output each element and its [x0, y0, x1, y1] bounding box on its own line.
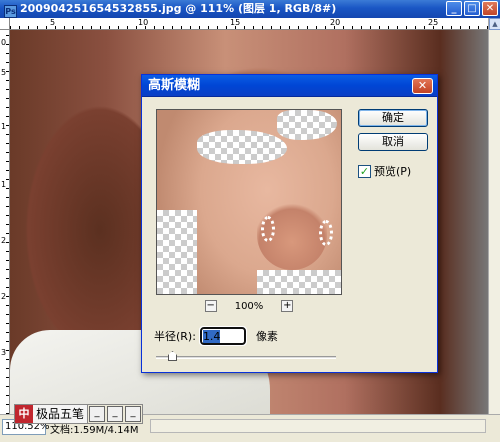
vertical-ruler[interactable]: 0 5 1 1 2 2 3 — [0, 30, 10, 414]
transparent-area-lips — [257, 270, 341, 294]
ruler-number: 10 — [138, 18, 149, 27]
ruler-number: 20 — [330, 18, 341, 27]
radius-slider-track[interactable] — [156, 356, 336, 359]
horizontal-scrollbar[interactable] — [150, 419, 486, 433]
close-window-button[interactable]: ✕ — [482, 1, 498, 16]
blur-preview[interactable] — [156, 109, 342, 295]
radius-slider-thumb[interactable] — [168, 351, 177, 361]
nose-ring-selection — [261, 216, 275, 242]
radius-input[interactable] — [198, 326, 247, 346]
ime-label[interactable]: 极品五笔 — [33, 405, 89, 423]
radius-row: 半径(R): 像素 — [154, 326, 278, 346]
ime-button[interactable]: _ — [107, 406, 124, 422]
gaussian-blur-dialog: 高斯模糊 ✕ − 100% + 确定 取消 ✓ 预览(P) 半径(R): 像素 — [141, 74, 438, 373]
minimize-button[interactable]: _ — [446, 1, 462, 16]
transparent-area-brow — [277, 110, 337, 140]
photoshop-icon: Ps — [4, 5, 17, 18]
zoom-out-button[interactable]: − — [204, 300, 217, 312]
ruler-number: 1 — [1, 122, 7, 131]
ruler-number: 5 — [1, 68, 7, 77]
maximize-button[interactable]: □ — [464, 1, 480, 16]
transparent-area-left — [157, 210, 197, 294]
ruler-number: 0 — [1, 38, 7, 47]
radius-unit: 像素 — [255, 330, 278, 343]
cancel-button[interactable]: 取消 — [358, 133, 428, 151]
ruler-corner — [0, 18, 10, 30]
ok-button[interactable]: 确定 — [358, 109, 428, 127]
dialog-title: 高斯模糊 — [148, 78, 201, 93]
zoom-in-button[interactable]: + — [281, 300, 294, 312]
ruler-number: 1 — [1, 180, 7, 189]
checkmark-icon[interactable]: ✓ — [358, 164, 371, 178]
ruler-number: 5 — [50, 18, 56, 27]
ime-button[interactable]: _ — [125, 406, 142, 422]
ruler-number: 25 — [428, 18, 439, 27]
ime-toolbar[interactable]: 中 极品五笔 _ _ _ — [14, 404, 144, 424]
ruler-number: 2 — [1, 292, 7, 301]
preview-zoom-controls: − 100% + — [156, 299, 342, 313]
preview-checkbox[interactable]: ✓ 预览(P) — [358, 163, 411, 179]
document-titlebar[interactable]: Ps 20090425165453285​5.jpg @ 111% (图层 1, … — [0, 0, 500, 18]
preview-zoom-percent: 100% — [234, 300, 264, 312]
radius-label: 半径(R): — [154, 330, 196, 343]
ime-logo-icon[interactable]: 中 — [15, 405, 33, 423]
transparent-area-eye — [197, 130, 287, 164]
document-title: 20090425165453285​5.jpg @ 111% (图层 1, RG… — [20, 2, 337, 15]
nose-ring-selection — [319, 220, 333, 246]
ruler-number: 3 — [1, 348, 7, 357]
dialog-titlebar[interactable]: 高斯模糊 — [142, 75, 437, 97]
vertical-scrollbar[interactable]: ▲ — [488, 18, 500, 414]
ruler-number: 2 — [1, 236, 7, 245]
scroll-up-icon[interactable]: ▲ — [489, 18, 500, 30]
preview-checkbox-label: 预览(P) — [374, 165, 412, 178]
horizontal-ruler[interactable]: 5 10 15 20 25 — [10, 18, 488, 30]
dialog-close-button[interactable]: ✕ — [412, 78, 433, 94]
ime-button[interactable]: _ — [89, 406, 106, 422]
ruler-number: 15 — [230, 18, 241, 27]
